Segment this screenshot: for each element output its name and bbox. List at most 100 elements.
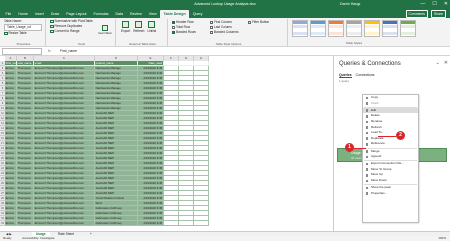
tab-formulas[interactable]: Formulas [90, 10, 112, 18]
pane-close-icon[interactable]: ✕ [444, 60, 448, 66]
table-cell[interactable] [164, 221, 179, 226]
menu-item-label: Delete [371, 113, 380, 118]
annotation-badge-2: 2 [396, 131, 405, 140]
menu-item-icon [365, 120, 369, 124]
formula-input[interactable]: First_name [60, 47, 77, 56]
menu-item-label: Load To... [371, 130, 385, 135]
tab-home[interactable]: Home [15, 10, 32, 18]
menu-item-properties[interactable]: Properties... [363, 191, 418, 197]
minimize-button[interactable]: — [420, 0, 425, 9]
table-cell[interactable]: Emma [5, 221, 17, 226]
menu-item-icon [365, 114, 369, 118]
table-cell[interactable]: 2/19/2022 9:45 [138, 221, 164, 226]
maximize-button[interactable]: ☐ [432, 0, 436, 9]
comments-button[interactable]: Comments [405, 10, 428, 18]
menu-item-label: Append [371, 154, 382, 159]
properties-group: Table Name: Table_Usage_cd Resize Table … [2, 19, 46, 46]
tab-file[interactable]: File [2, 10, 15, 18]
tab-table-design[interactable]: Table Design [160, 10, 190, 18]
menu-item-icon [365, 192, 369, 195]
table-style-swatch[interactable] [292, 20, 308, 37]
menu-item-append[interactable]: Append [363, 154, 418, 160]
menu-item-icon [365, 174, 369, 177]
menu-item-label: Move Down [371, 178, 387, 183]
banded-rows-checkbox[interactable]: Banded Rows [172, 30, 210, 35]
ribbon-tabs: File Home Insert Draw Page Layout Formulas Dat… [0, 9, 450, 18]
title-bar: Advanced Lookup Usage Analysis.xlsx Darr… [0, 0, 450, 9]
name-box[interactable] [2, 48, 42, 55]
share-button[interactable]: Share [430, 10, 446, 18]
table-style-swatch[interactable] [382, 20, 398, 37]
tab-draw[interactable]: Draw [47, 10, 62, 18]
tab-page-layout[interactable]: Page Layout [63, 10, 90, 18]
tab-insert[interactable]: Insert [31, 10, 47, 18]
table-cell[interactable]: Emma.N.Thompson@prismwebfxs.com [34, 221, 95, 226]
resize-icon [4, 31, 8, 36]
export-icon [122, 21, 130, 28]
external-group-label: External Table Data [129, 42, 156, 46]
table-cell[interactable] [194, 221, 209, 226]
tab-view[interactable]: View [145, 10, 160, 18]
table-style-swatch[interactable] [328, 20, 344, 37]
menu-item-label: Merge [371, 148, 380, 153]
menu-item-label: Edit [371, 107, 377, 112]
pivot-icon [50, 19, 54, 24]
menu-item-icon [365, 162, 369, 166]
menu-item-move-down[interactable]: Move Down [363, 178, 418, 184]
query-name: Usage [351, 151, 361, 155]
table-cell[interactable]: Thompson [17, 221, 34, 226]
slicer-icon [102, 25, 108, 31]
refresh-button[interactable]: Refresh [133, 21, 144, 34]
annotation-arrow-1 [354, 147, 366, 149]
table-name-input[interactable]: Table_Usage_cd [4, 24, 42, 31]
query-count: 1 query [339, 79, 350, 83]
user-name[interactable]: Darrin Haugr [340, 0, 361, 9]
zoom-level[interactable]: 100% [438, 236, 446, 241]
tab-data[interactable]: Data [112, 10, 127, 18]
insert-slicer-button[interactable]: Insert Slicer [96, 25, 114, 35]
table-style-swatch[interactable] [364, 20, 380, 37]
export-button[interactable]: Export [121, 21, 130, 34]
banded-columns-checkbox[interactable]: Banded Columns [210, 30, 248, 35]
spreadsheet-grid[interactable]: ABCDEFGH1First_nameLast_nameemailproduct… [0, 56, 333, 231]
unlink-button[interactable]: Unlink [147, 21, 156, 34]
table-style-swatch[interactable] [310, 20, 326, 37]
menu-item-icon [365, 109, 369, 112]
accessibility-status[interactable]: Accessibility: Investigate [22, 236, 55, 241]
convert-icon [50, 29, 54, 34]
tools-group: Summarize with PivotTable Remove Duplica… [48, 19, 116, 46]
table-cell[interactable] [179, 221, 194, 226]
table-style-swatch[interactable] [400, 20, 416, 37]
pane-tab-queries[interactable]: Queries [339, 73, 352, 78]
window-title: Advanced Lookup Usage Analysis.xlsx [194, 2, 256, 6]
menu-item-icon [365, 142, 369, 146]
menu-item-icon [365, 150, 369, 153]
tab-review[interactable]: Review [127, 10, 146, 18]
ribbon: Table Name: Table_Usage_cd Resize Table … [0, 18, 450, 47]
menu-item-paste: Paste [363, 101, 418, 107]
table-style-gallery: Table Styles [292, 20, 416, 45]
table-styles-group-label: Table Styles [345, 41, 363, 45]
menu-item-icon [365, 186, 369, 190]
tab-query[interactable]: Query [189, 10, 206, 18]
table-cell[interactable]: Fabrication CADmep [95, 221, 138, 226]
fx-icon[interactable]: fx [48, 47, 51, 56]
menu-item-icon [365, 168, 369, 172]
menu-item-label: Copy [371, 95, 379, 99]
resize-table-button[interactable]: Resize Table [2, 31, 45, 36]
formula-bar: fx First_name [0, 47, 450, 56]
menu-item-label: Properties... [371, 190, 388, 195]
annotation-arrow-2 [378, 135, 396, 137]
menu-item-reference[interactable]: Reference [363, 141, 418, 147]
close-button[interactable]: ✕ [444, 0, 448, 9]
table-row[interactable]: Emma Thompson Emma.N.Thompson@prismwebfxs.… [5, 221, 209, 226]
menu-item-label: Show the peek [371, 185, 391, 190]
menu-item-icon [365, 155, 369, 159]
tools-group-label: Tools [77, 42, 85, 46]
pane-options-icon[interactable]: ⌄ [436, 60, 440, 66]
menu-item-label: Rename [371, 118, 383, 123]
table-style-swatch[interactable] [346, 20, 362, 37]
pane-tab-connections[interactable]: Connections [356, 73, 375, 78]
menu-item-label: Reference [371, 141, 385, 146]
style-options-group: Header Row First Column Filter Button To… [170, 19, 288, 46]
